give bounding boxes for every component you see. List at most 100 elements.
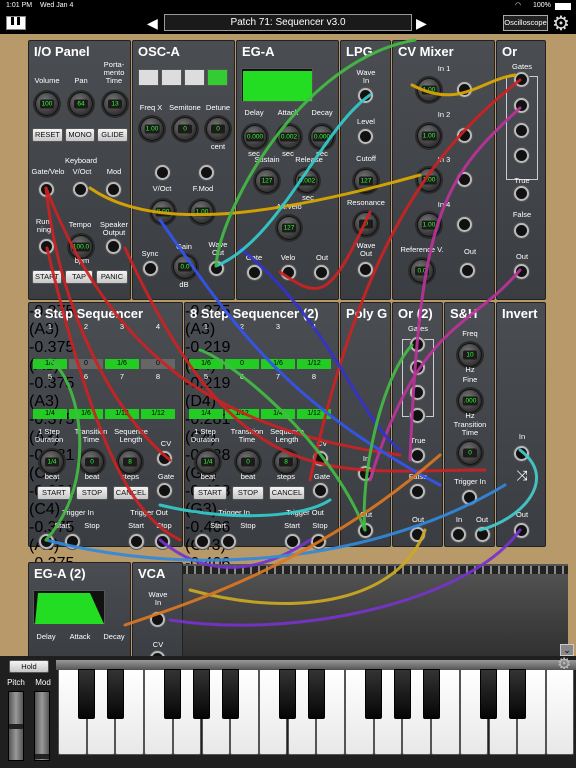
seq1-trig-stop-jack[interactable] [65,534,80,549]
fmod-in-jack[interactable] [199,165,214,180]
seq1-start-button[interactable]: START [37,486,71,500]
seq2-gate-value[interactable]: 1/6 [261,359,295,369]
saw-wave-icon[interactable] [207,69,228,86]
alt-velo-knob[interactable]: 127 [277,216,301,240]
seq2-step-value[interactable]: -0.219 [185,339,230,357]
gate-velo-jack[interactable] [39,182,54,197]
poly-g-in-jack[interactable] [358,466,373,481]
cvmix-in3-jack[interactable] [457,172,472,187]
glide-button[interactable]: GLIDE [97,128,128,142]
seq2-gate-value[interactable]: 1/4 [261,409,295,419]
cvmix-in2-knob[interactable]: 1.00 [417,124,441,148]
or2-gate2-jack[interactable] [410,360,425,375]
portamento-knob[interactable]: 13 [103,92,127,116]
voct-out-jack[interactable] [73,182,88,197]
delay-knob[interactable]: 0.000 [243,125,267,149]
cvmix-in4-knob[interactable]: 1.00 [417,213,441,237]
black-key[interactable] [106,669,124,719]
or2-true-jack[interactable] [410,448,425,463]
seq2-gate-value[interactable]: 1/4 [189,409,223,419]
seq1-gate-value[interactable]: 1/12 [141,409,175,419]
seq2-gate-value[interactable]: 0 [225,359,259,369]
attack-knob[interactable]: 0.002 [277,125,301,149]
eg-velo-jack[interactable] [281,265,296,280]
lpg-level-jack[interactable] [358,129,373,144]
eg-out-jack[interactable] [314,265,329,280]
next-patch-arrow-icon[interactable]: ▶ [416,15,427,32]
panic-button[interactable]: PANIC [96,270,128,284]
black-key[interactable] [193,669,210,719]
triangle-wave-icon[interactable] [161,69,182,86]
gain-knob[interactable]: 0.0 [173,255,197,279]
seq1-gate-value[interactable]: 0 [69,359,103,369]
cvmix-in2-jack[interactable] [457,128,472,143]
seq1-gate-value[interactable]: 1/6 [105,359,139,369]
seq2-cv-jack[interactable] [313,451,328,466]
or2-out-jack[interactable] [410,527,425,542]
oscilloscope-button[interactable]: Oscilloscope [503,15,548,31]
io-start-button[interactable]: START [32,270,62,284]
seq1-duration-knob[interactable]: 1/4 [40,450,64,474]
hold-button[interactable]: Hold [9,660,49,673]
seq2-gate-value[interactable]: 1/12 [297,409,331,419]
cvmix-in4-jack[interactable] [457,217,472,232]
or2-gate3-jack[interactable] [410,385,425,400]
seq1-out-start-jack[interactable] [129,534,144,549]
voct-knob[interactable]: 0.00 [151,200,175,224]
black-key[interactable] [307,669,325,719]
seq1-gate-value[interactable]: 1/6 [69,409,103,419]
seq1-trig-start-jack[interactable] [39,534,54,549]
seq1-transition-knob[interactable]: 0 [80,450,104,474]
or-true-jack[interactable] [514,186,529,201]
or-out-jack[interactable] [514,264,529,279]
black-key[interactable] [164,669,182,719]
or-gate3-jack[interactable] [514,123,529,138]
prev-patch-arrow-icon[interactable]: ◀ [147,15,158,32]
cvmix-in1-knob[interactable]: 1.00 [417,78,441,102]
vca-wave-in-jack[interactable] [150,612,165,627]
seq2-out-start-jack[interactable] [285,534,300,549]
seq2-out-stop-jack[interactable] [311,534,326,549]
seq2-trig-start-jack[interactable] [195,534,210,549]
release-knob[interactable]: 0.002 [295,169,319,193]
pitch-wheel[interactable] [8,691,24,761]
mono-button[interactable]: MONO [65,128,95,142]
fmod-knob[interactable]: 1.00 [190,200,214,224]
cvmix-in3-knob[interactable]: 1.00 [417,168,441,192]
semitone-knob[interactable]: 0 [173,117,197,141]
cutoff-knob[interactable]: 127 [354,169,378,193]
black-key[interactable] [393,669,411,719]
seq1-step-value[interactable]: -0.375 [29,339,74,357]
seq1-cancel-button[interactable]: CANCEL [113,486,149,500]
sine-wave-icon[interactable] [138,69,159,86]
black-key[interactable] [422,669,440,719]
seq2-gate-value[interactable]: 1/12 [297,359,331,369]
sync-jack[interactable] [143,261,158,276]
sh-freq-knob[interactable]: 10 [458,343,482,367]
seq1-gate-value[interactable]: 1/4 [33,409,67,419]
running-jack[interactable] [39,239,54,254]
or2-gate4-jack[interactable] [410,408,425,423]
seq2-stop-button[interactable]: STOP [232,486,264,500]
black-key[interactable] [221,669,239,719]
or-false-jack[interactable] [514,223,529,238]
volume-knob[interactable]: 100 [35,92,59,116]
mod-out-jack[interactable] [106,182,121,197]
black-key[interactable] [365,669,383,719]
pan-knob[interactable]: 64 [69,92,93,116]
settings-gear-icon[interactable]: ⚙ [552,11,570,36]
sh-out-jack[interactable] [475,527,490,542]
decay-knob[interactable]: 0.000 [310,125,334,149]
reference-knob[interactable]: 0.0 [410,259,434,283]
black-key[interactable] [279,669,297,719]
cvmix-in1-jack[interactable] [457,82,472,97]
seq2-transition-knob[interactable]: 0 [236,450,260,474]
white-key[interactable] [545,669,575,755]
patch-title[interactable]: Patch 71: Sequencer v3.0 [164,14,412,31]
seq1-gate-value[interactable]: 1/6 [33,359,67,369]
lpg-wave-out-jack[interactable] [358,262,373,277]
seq2-gate-value[interactable]: 1/12 [225,409,259,419]
black-key[interactable] [480,669,497,719]
seq1-cv-jack[interactable] [157,451,172,466]
sh-fine-knob[interactable]: .000 [458,389,482,413]
